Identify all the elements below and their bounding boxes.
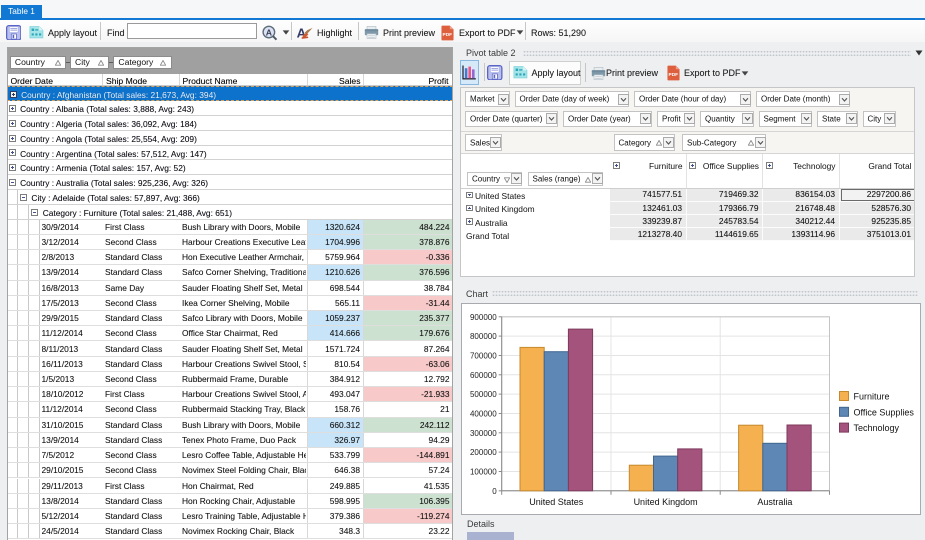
svg-text:600000: 600000 bbox=[470, 370, 497, 379]
svg-text:Australia: Australia bbox=[757, 496, 792, 506]
svg-text:700000: 700000 bbox=[470, 351, 497, 360]
svg-text:300000: 300000 bbox=[470, 428, 497, 437]
svg-text:Office Supplies: Office Supplies bbox=[854, 407, 915, 417]
svg-text:PDF: PDF bbox=[669, 72, 679, 78]
svg-text:200000: 200000 bbox=[470, 448, 497, 457]
svg-text:400000: 400000 bbox=[470, 409, 497, 418]
svg-text:Furniture: Furniture bbox=[854, 391, 890, 401]
svg-text:900000: 900000 bbox=[470, 312, 497, 321]
svg-text:0: 0 bbox=[492, 486, 497, 495]
svg-text:100000: 100000 bbox=[470, 467, 497, 476]
svg-text:Technology: Technology bbox=[854, 423, 900, 433]
svg-text:United States: United States bbox=[529, 496, 584, 506]
svg-text:500000: 500000 bbox=[470, 390, 497, 399]
svg-text:United Kingdom: United Kingdom bbox=[634, 496, 698, 506]
svg-text:PDF: PDF bbox=[443, 32, 453, 38]
svg-text:800000: 800000 bbox=[470, 332, 497, 341]
svg-text:A: A bbox=[266, 27, 273, 37]
